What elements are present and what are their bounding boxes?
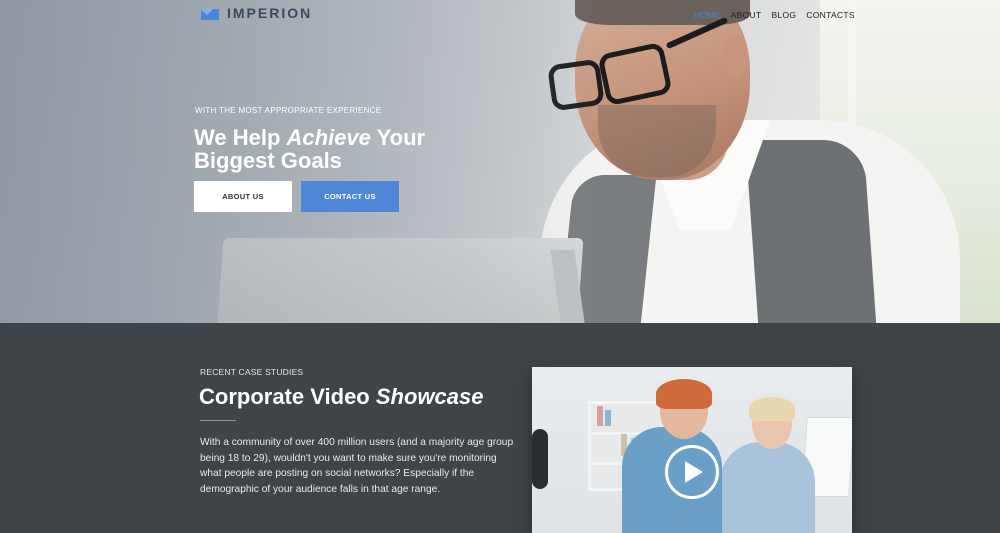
case-studies-eyebrow: RECENT CASE STUDIES — [200, 367, 304, 377]
title-divider — [200, 420, 236, 421]
hero-section: IMPERION HOME ABOUT BLOG CONTACTS WITH T… — [0, 0, 1000, 323]
main-nav: HOME ABOUT BLOG CONTACTS — [694, 10, 855, 20]
play-icon[interactable] — [665, 445, 719, 499]
case-studies-section: RECENT CASE STUDIES Corporate Video Show… — [0, 323, 1000, 533]
hero-eyebrow: WITH THE MOST APPROPRIATE EXPERIENCE — [195, 106, 382, 115]
nav-contacts[interactable]: CONTACTS — [806, 10, 855, 20]
case-studies-title: Corporate Video Showcase — [199, 384, 484, 409]
brand-name: IMPERION — [227, 5, 313, 21]
nav-about[interactable]: ABOUT — [731, 10, 762, 20]
nav-blog[interactable]: BLOG — [771, 10, 796, 20]
case-studies-body: With a community of over 400 million use… — [200, 437, 514, 495]
logo[interactable]: IMPERION — [201, 5, 312, 21]
contact-us-button[interactable]: CONTACT US — [301, 181, 399, 212]
video-thumbnail[interactable] — [532, 367, 852, 533]
about-us-button[interactable]: ABOUT US — [194, 181, 292, 212]
hero-headline: We Help Achieve Your Biggest Goals — [194, 125, 426, 173]
logo-icon — [201, 7, 219, 20]
nav-home[interactable]: HOME — [694, 10, 721, 20]
